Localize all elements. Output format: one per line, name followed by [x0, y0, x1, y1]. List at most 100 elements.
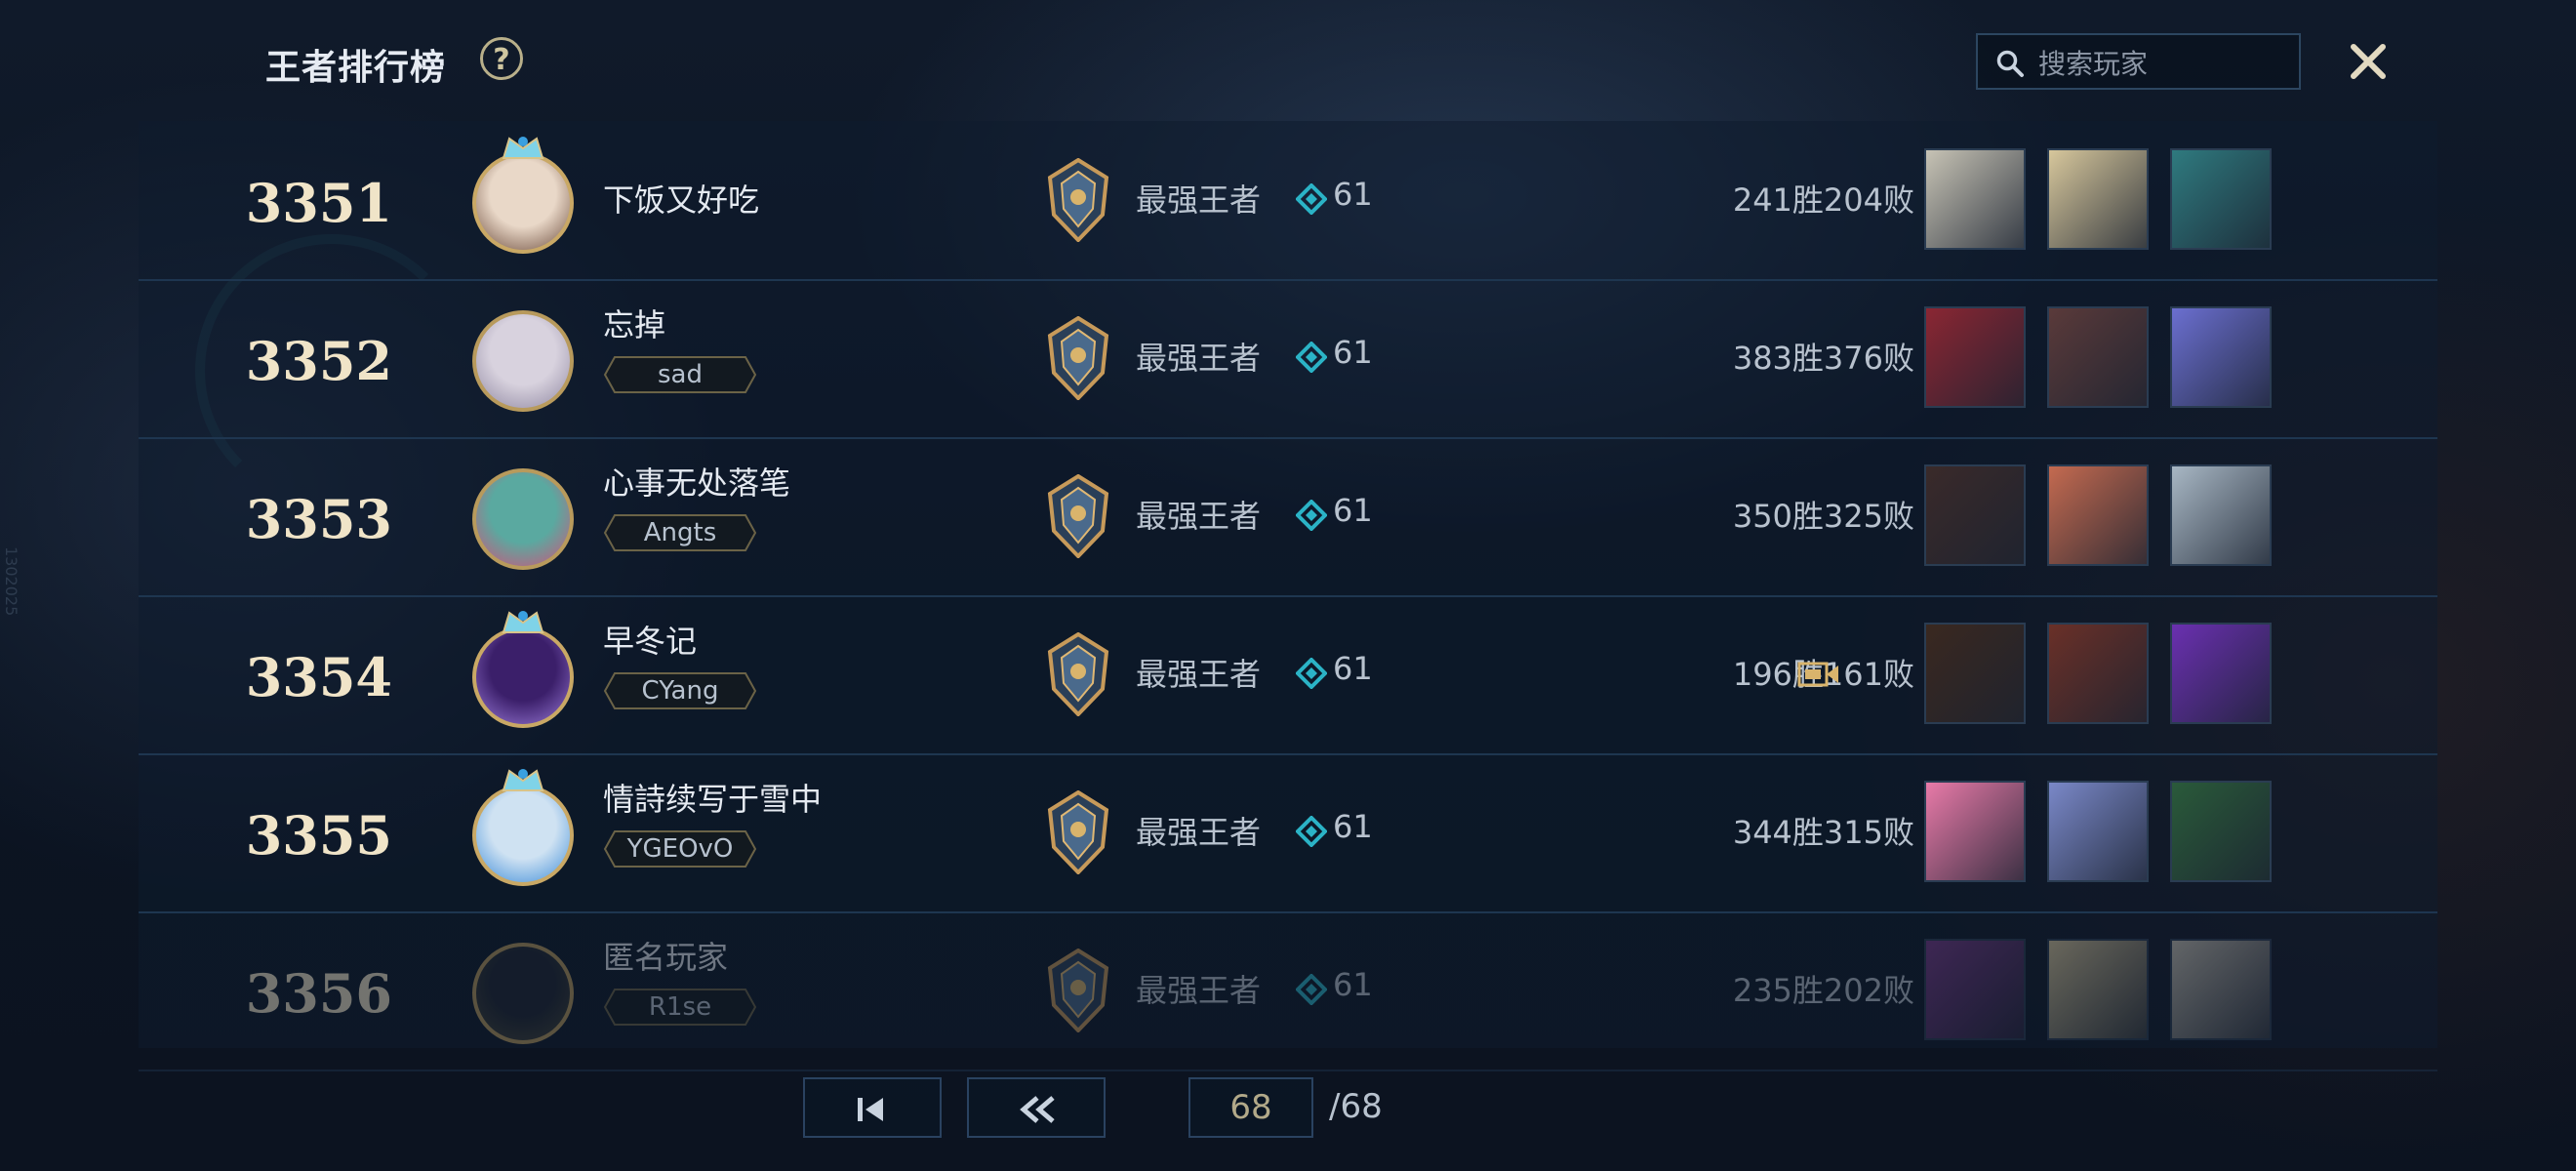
rank-number: 3356: [245, 962, 392, 1025]
leaderboard-row[interactable]: 3355 情詩续写于雪中 YGEOvO 最强王者 61 344胜315败: [139, 753, 2437, 913]
avatar: [472, 943, 574, 1044]
leaderboard-list[interactable]: 3351 下饭又好吃 最强王者 61 241胜204败 3352 忘掉 sad 最强王者 61 38…: [139, 121, 2437, 1071]
league-points: 61: [1333, 808, 1373, 845]
rank-number: 3352: [245, 330, 392, 392]
player-tag: Angts: [643, 518, 717, 547]
win-loss-record: 383胜376败: [1732, 340, 1914, 377]
champion-portrait[interactable]: [2047, 939, 2149, 1040]
leaderboard-row[interactable]: 3351 下饭又好吃 最强王者 61 241胜204败: [139, 121, 2437, 281]
prev-page-button[interactable]: [967, 1077, 1106, 1138]
tier-emblem-icon: [1047, 790, 1109, 874]
tier-label: 最强王者: [1136, 182, 1262, 219]
tier-label: 最强王者: [1136, 972, 1262, 1009]
leaderboard-row[interactable]: 3352 忘掉 sad 最强王者 61 383胜376败: [139, 279, 2437, 439]
side-id: 1302025: [2, 546, 20, 617]
leaderboard-row[interactable]: 3354 早冬记 CYang 最强王者 61 196胜161败: [139, 595, 2437, 755]
player-avatar[interactable]: [463, 929, 584, 1050]
avatar: [472, 468, 574, 570]
league-points-icon: [1296, 816, 1327, 847]
player-avatar[interactable]: [463, 455, 584, 576]
first-page-icon: [858, 1098, 883, 1121]
player-tag: sad: [658, 360, 703, 389]
champion-portrait[interactable]: [2170, 623, 2272, 724]
win-loss-record: 344胜315败: [1732, 814, 1914, 851]
champion-portrait[interactable]: [1924, 464, 2026, 566]
player-avatar[interactable]: [463, 611, 584, 734]
current-page-input[interactable]: 68: [1188, 1077, 1313, 1138]
rank-number: 3354: [245, 646, 392, 708]
total-pages: /68: [1329, 1087, 1383, 1126]
league-points: 61: [1333, 334, 1373, 371]
search-icon: [1996, 50, 2024, 77]
search-box[interactable]: [1976, 33, 2301, 90]
champion-portrait[interactable]: [1924, 781, 2026, 882]
win-loss-record: 241胜204败: [1732, 182, 1914, 219]
tier-label: 最强王者: [1136, 498, 1262, 535]
league-points: 61: [1333, 492, 1373, 529]
crown-icon: [502, 137, 544, 159]
league-points-icon: [1296, 500, 1327, 531]
tier-emblem-icon: [1047, 316, 1109, 400]
champion-portrait[interactable]: [1924, 623, 2026, 724]
champion-portrait[interactable]: [2047, 464, 2149, 566]
tier-emblem-icon: [1047, 474, 1109, 558]
tier-label: 最强王者: [1136, 340, 1262, 377]
player-name[interactable]: 早冬记: [603, 617, 697, 662]
search-input[interactable]: [2036, 43, 2284, 84]
champion-portrait[interactable]: [2047, 148, 2149, 250]
champion-portrait[interactable]: [2170, 939, 2272, 1040]
leaderboard-row[interactable]: 3353 心事无处落笔 Angts 最强王者 61 350胜325败: [139, 437, 2437, 597]
win-loss-record: 235胜202败: [1732, 972, 1914, 1009]
tier-label: 最强王者: [1136, 814, 1262, 851]
first-page-button[interactable]: [803, 1077, 942, 1138]
close-icon[interactable]: [2346, 39, 2391, 84]
champion-portrait[interactable]: [2047, 306, 2149, 408]
league-points: 61: [1333, 966, 1373, 1003]
champion-portrait[interactable]: [1924, 939, 2026, 1040]
champion-portrait[interactable]: [1924, 148, 2026, 250]
player-name[interactable]: 下饭又好吃: [603, 176, 759, 221]
crown-icon: [502, 769, 544, 791]
avatar: [472, 152, 574, 254]
league-points-icon: [1296, 183, 1327, 215]
rank-number: 3355: [245, 804, 392, 867]
player-name[interactable]: 心事无处落笔: [603, 459, 790, 504]
help-button[interactable]: ?: [480, 37, 523, 80]
tier-emblem-icon: [1047, 949, 1109, 1032]
champion-portrait[interactable]: [2170, 781, 2272, 882]
league-points-icon: [1296, 342, 1327, 373]
champion-portrait[interactable]: [2170, 148, 2272, 250]
league-points: 61: [1333, 176, 1373, 213]
avatar: [472, 785, 574, 886]
win-loss-record: 196胜161败: [1732, 656, 1914, 693]
champion-portrait[interactable]: [2047, 781, 2149, 882]
rank-number: 3353: [245, 488, 392, 550]
leaderboard-row[interactable]: 3356 匿名玩家 R1se 最强王者 61 235胜202败: [139, 911, 2437, 1071]
player-tag: R1se: [648, 992, 712, 1022]
page-title: 王者排行榜: [265, 48, 447, 88]
champion-portrait[interactable]: [2170, 464, 2272, 566]
avatar: [472, 310, 574, 412]
player-name[interactable]: 情詩续写于雪中: [603, 775, 822, 820]
league-points: 61: [1333, 650, 1373, 687]
tier-emblem-icon: [1047, 632, 1109, 716]
avatar: [472, 626, 574, 728]
player-avatar[interactable]: [463, 769, 584, 892]
player-name[interactable]: 匿名玩家: [603, 933, 728, 978]
player-tag: YGEOvO: [626, 834, 734, 864]
champion-portrait[interactable]: [1924, 306, 2026, 408]
league-points-icon: [1296, 974, 1327, 1005]
champion-portrait[interactable]: [2047, 623, 2149, 724]
rank-number: 3351: [245, 172, 392, 234]
header: 王者排行榜 ?: [0, 0, 2576, 121]
champion-portrait[interactable]: [2170, 306, 2272, 408]
video-replay-icon[interactable]: [1797, 660, 1840, 689]
player-avatar[interactable]: [463, 297, 584, 418]
league-points-icon: [1296, 658, 1327, 689]
player-name[interactable]: 忘掉: [603, 301, 665, 345]
win-loss-record: 350胜325败: [1732, 498, 1914, 535]
tier-label: 最强王者: [1136, 656, 1262, 693]
tier-emblem-icon: [1047, 158, 1109, 242]
player-avatar[interactable]: [463, 137, 584, 260]
player-tag: CYang: [641, 676, 719, 706]
